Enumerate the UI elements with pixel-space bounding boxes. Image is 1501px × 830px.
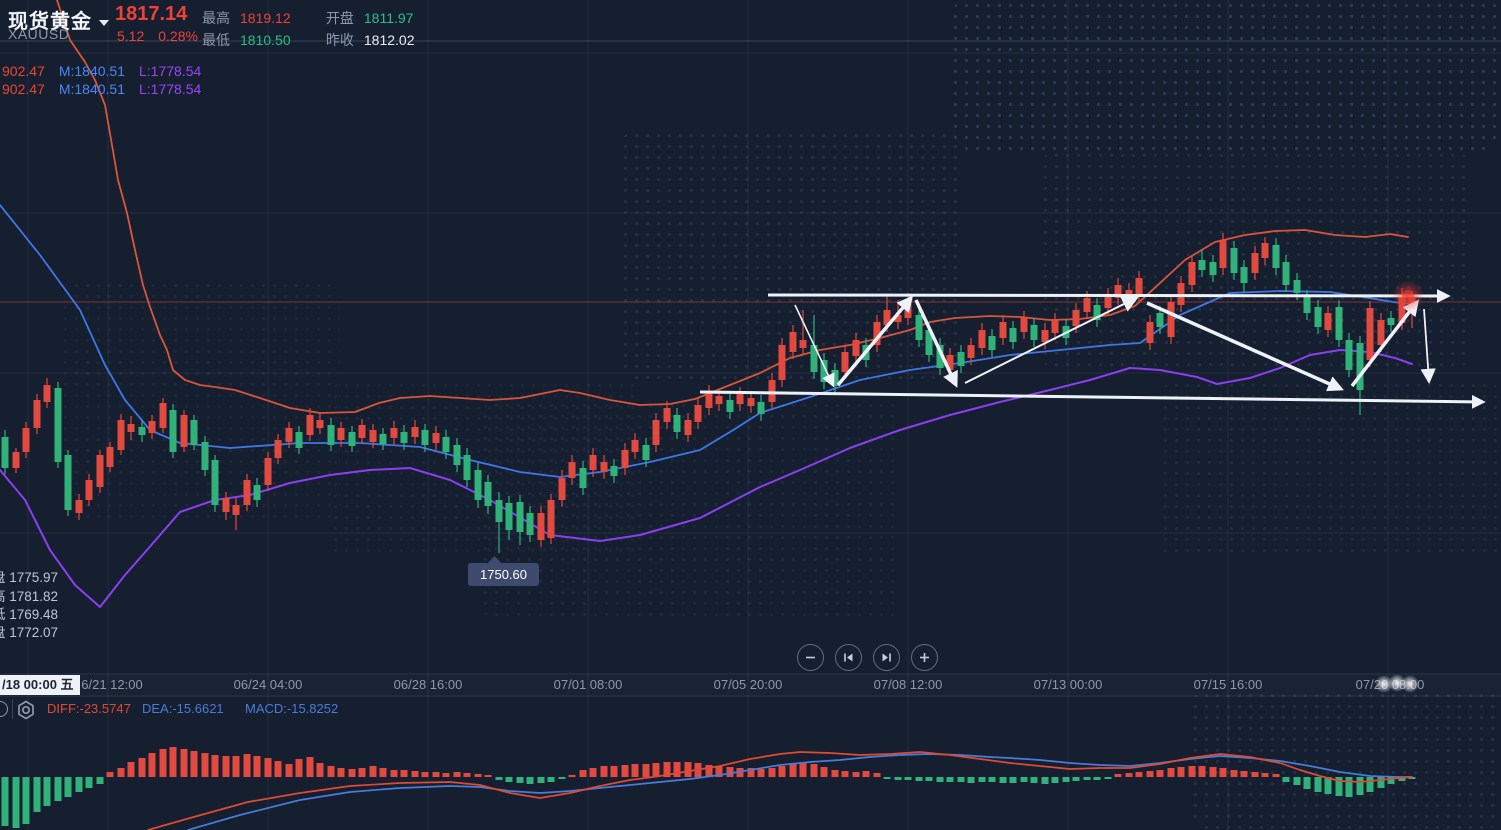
minus-icon <box>804 651 817 664</box>
price-change: 5.12 0.28% <box>117 28 212 44</box>
stat-label-low: 最低 <box>202 29 230 51</box>
boll-middle-value: M:1840.51 <box>59 81 125 97</box>
chevron-down-icon <box>99 20 109 26</box>
zoom-out-button[interactable] <box>797 644 824 671</box>
trading-app: 现货黄金 XAUUSD 1817.14 5.120.28% 最高1819.12 … <box>0 0 1501 830</box>
skip-to-start-button[interactable] <box>835 644 862 671</box>
skip-forward-icon <box>880 651 893 664</box>
stat-value-low: 1810.50 <box>240 29 302 51</box>
change-percent: 0.28% <box>158 28 198 44</box>
macd-diff-value: DIFF:-23.5747 <box>47 701 131 716</box>
ohlc-readout-label: 高 1781.82 <box>0 585 58 605</box>
macd-panel <box>2 747 1416 830</box>
stat-label-high: 最高 <box>202 7 230 29</box>
macd-dea-value: DEA:-15.6621 <box>142 701 224 716</box>
macd-macd-value: MACD:-15.8252 <box>245 701 338 716</box>
ohlc-stats: 最高 1819.12 开盘 1811.97 最低 1810.50 昨收 1812.02 <box>202 7 446 51</box>
divider <box>12 699 13 719</box>
boll-lower-value: L:1778.54 <box>139 63 201 79</box>
stat-value-prevclose: 1812.02 <box>364 29 426 51</box>
zoom-in-button[interactable] <box>911 644 938 671</box>
boll-middle-value: M:1840.51 <box>59 63 125 79</box>
crosshair-time-tooltip: /18 00:00 五 <box>0 675 80 695</box>
boll-upper-value: 902.47 <box>2 81 45 97</box>
symbol-code: XAUUSD <box>8 26 69 42</box>
boll-label-row-2: 902.47 M:1840.51 L:1778.54 <box>2 81 215 97</box>
change-value: 5.12 <box>117 28 144 44</box>
stat-value-open: 1811.97 <box>364 7 426 29</box>
trendline-annotations <box>700 280 1483 693</box>
boll-label-row-1: 902.47 M:1840.51 L:1778.54 <box>2 63 215 79</box>
plus-icon <box>918 651 931 664</box>
skip-back-icon <box>842 651 855 664</box>
price-marker-tooltip: 1750.60 <box>468 563 539 586</box>
stat-value-high: 1819.12 <box>240 7 302 29</box>
skip-to-end-button[interactable] <box>873 644 900 671</box>
ohlc-readout-label: 盘 1775.97 <box>0 566 58 586</box>
stat-label-open: 开盘 <box>326 7 354 29</box>
ohlc-readout-label: 低 1769.48 <box>0 603 58 623</box>
stat-label-prevclose: 昨收 <box>326 29 354 51</box>
boll-upper-value: 902.47 <box>2 63 45 79</box>
grid-lines <box>0 0 1501 830</box>
main-chart-canvas[interactable] <box>0 0 1501 830</box>
macd-settings-button[interactable] <box>15 699 37 726</box>
boll-lower-value: L:1778.54 <box>139 81 201 97</box>
gear-icon <box>15 699 37 721</box>
chart-controls <box>797 644 938 671</box>
ohlc-readout-label: 盘 1772.07 <box>0 621 58 641</box>
last-price: 1817.14 <box>115 3 187 26</box>
